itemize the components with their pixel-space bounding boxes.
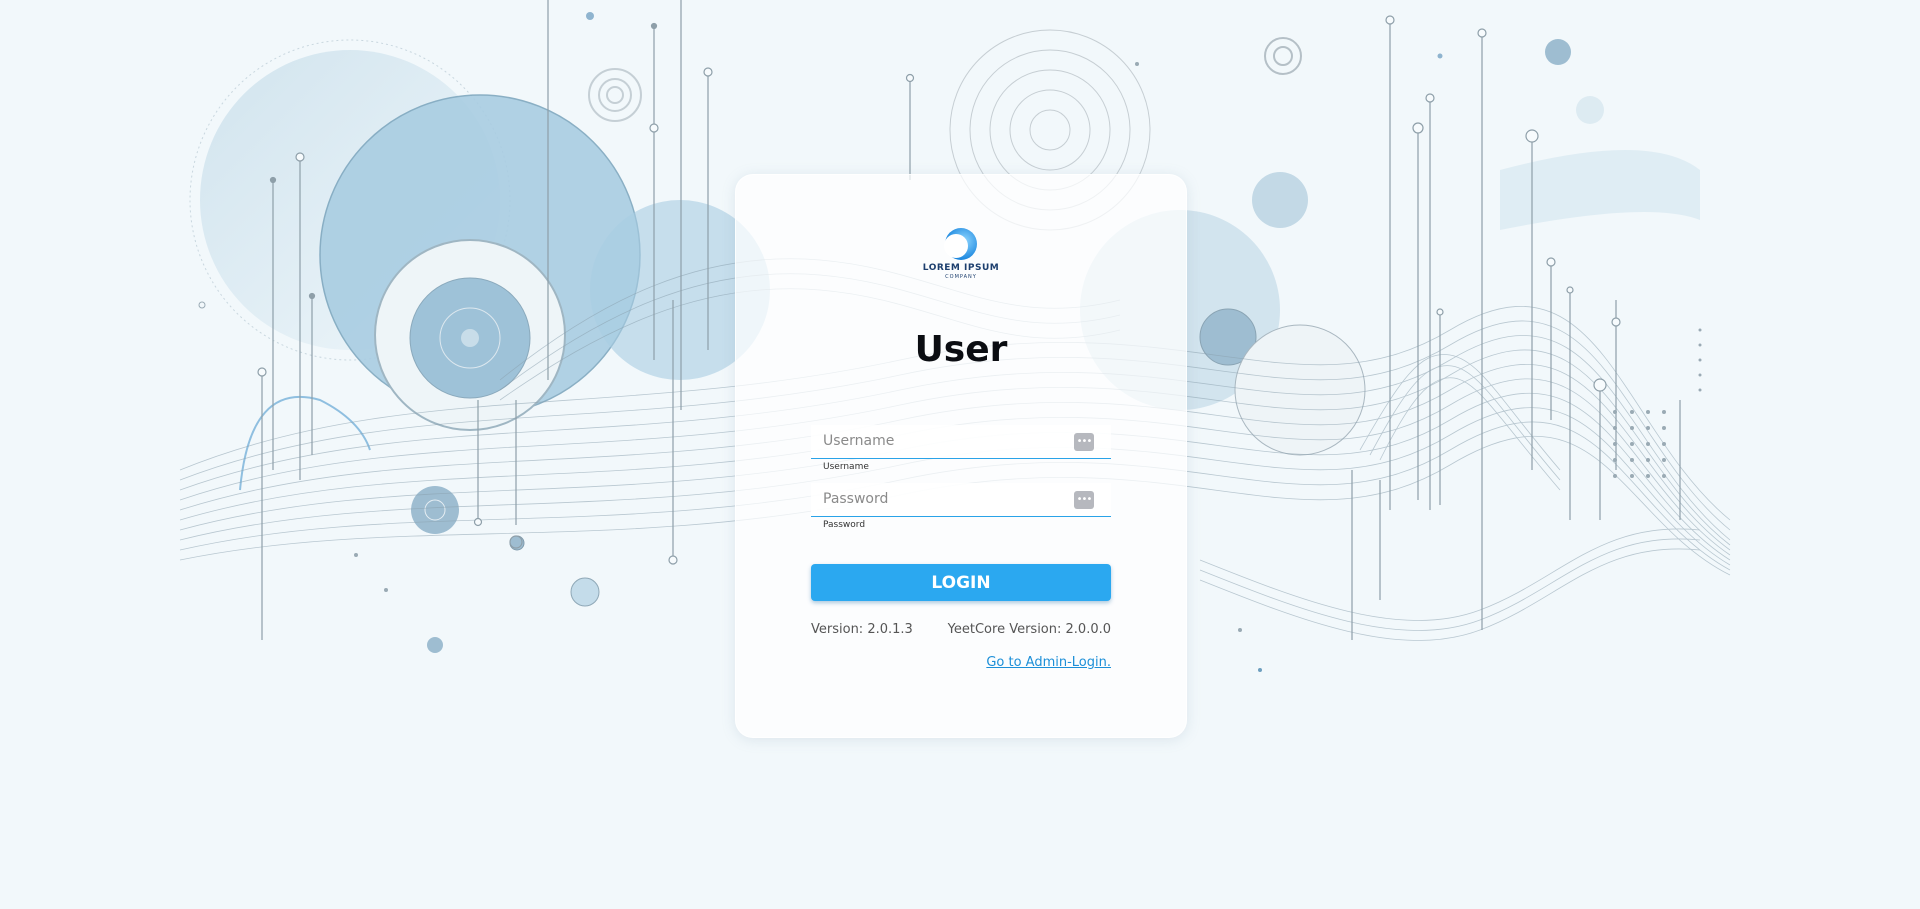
company-logo: LOREM IPSUM COMPANY [736, 227, 1186, 289]
password-field-wrapper: ••• [811, 483, 1111, 517]
username-hint: Username [823, 462, 869, 472]
login-card: LOREM IPSUM COMPANY User ••• Username ••… [735, 174, 1187, 738]
username-input[interactable] [811, 425, 1063, 457]
password-hint: Password [823, 520, 866, 530]
password-manager-key-icon[interactable]: ••• [1074, 491, 1094, 509]
core-version: YeetCore Version: 2.0.0.0 [947, 622, 1111, 637]
app-version: Version: 2.0.1.3 [811, 622, 913, 637]
company-name: LOREM IPSUM [922, 263, 1000, 273]
username-field-wrapper: ••• [811, 425, 1111, 459]
password-input[interactable] [811, 483, 1063, 515]
password-manager-key-icon[interactable]: ••• [1074, 433, 1094, 451]
crescent-logo-icon [944, 228, 977, 260]
admin-login-link[interactable]: Go to Admin-Login. [986, 655, 1111, 670]
company-tagline: COMPANY [945, 274, 977, 280]
login-button[interactable]: LOGIN [811, 564, 1111, 601]
page-title: User [914, 329, 1008, 370]
